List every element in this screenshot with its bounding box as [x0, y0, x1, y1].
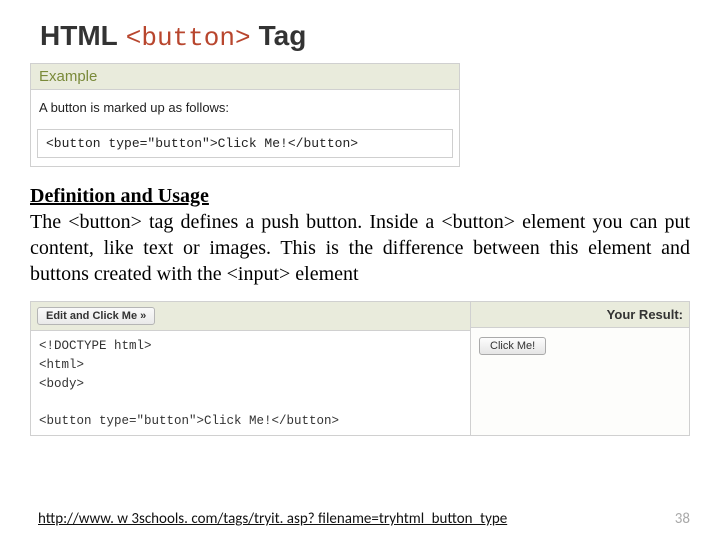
tryit-left: Edit and Click Me » <!DOCTYPE html> <htm… [31, 302, 471, 435]
tryit-panel: Edit and Click Me » <!DOCTYPE html> <htm… [30, 301, 690, 436]
tryit-result-area: Click Me! [471, 328, 689, 432]
definition-body: The <button> tag defines a push button. … [30, 211, 690, 285]
definition-heading: Definition and Usage [30, 185, 209, 207]
example-code: <button type="button">Click Me!</button> [37, 129, 453, 158]
title-tag: <button> [126, 23, 251, 53]
page-number: 38 [675, 510, 690, 528]
edit-and-click-button[interactable]: Edit and Click Me » [37, 307, 155, 325]
example-card: Example A button is marked up as follows… [30, 63, 460, 167]
footer-link[interactable]: http://www. w 3schools. com/tags/tryit. … [38, 510, 507, 528]
result-button[interactable]: Click Me! [479, 337, 546, 355]
tryit-result-label: Your Result: [471, 302, 689, 328]
tryit-left-header: Edit and Click Me » [31, 302, 470, 331]
title-word: Tag [259, 20, 307, 52]
example-header: Example [31, 64, 459, 90]
definition-block: Definition and Usage The <button> tag de… [30, 183, 690, 287]
title-html: HTML [40, 20, 118, 52]
example-desc: A button is marked up as follows: [31, 90, 459, 125]
tryit-source[interactable]: <!DOCTYPE html> <html> <body> <button ty… [31, 331, 470, 435]
tryit-right: Your Result: Click Me! [471, 302, 689, 435]
footer: http://www. w 3schools. com/tags/tryit. … [38, 510, 690, 528]
page-title: HTML <button> Tag [40, 20, 690, 53]
